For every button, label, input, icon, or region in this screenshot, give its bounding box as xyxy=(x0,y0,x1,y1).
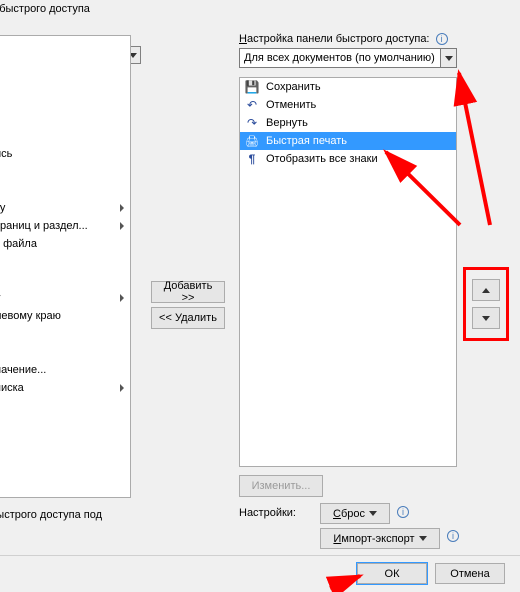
quick-access-item[interactable]: ↶ Отменить xyxy=(240,96,456,114)
command-list-item[interactable]: ись xyxy=(0,145,130,163)
command-list-item[interactable] xyxy=(0,91,130,109)
modify-button[interactable]: Изменить... xyxy=(239,475,323,497)
command-list-item[interactable]: ку xyxy=(0,199,130,217)
commands-list-panel: ись ку траниц и раздел... з файла у левому кр… xyxy=(0,35,131,498)
command-label: з файла xyxy=(0,238,37,250)
command-list-item[interactable]: писка xyxy=(0,379,130,397)
expand-arrow-icon xyxy=(120,384,124,392)
para-icon: ¶ xyxy=(244,151,260,167)
remove-button[interactable]: << Удалить xyxy=(151,307,225,329)
help-icon[interactable]: i xyxy=(436,33,448,45)
move-down-button[interactable] xyxy=(472,307,500,329)
move-up-button[interactable] xyxy=(472,279,500,301)
command-list-item[interactable]: траниц и раздел... xyxy=(0,217,130,235)
scope-dropdown-button[interactable] xyxy=(440,49,456,67)
quick-access-item-label: Быстрая печать xyxy=(266,135,347,147)
expand-arrow-icon xyxy=(120,222,124,230)
help-icon[interactable]: i xyxy=(397,506,409,518)
quick-access-item-label: Отобразить все знаки xyxy=(266,153,378,165)
quick-access-item[interactable]: 🖨 Быстрая печать xyxy=(240,132,456,150)
add-button[interactable]: Добавить >> xyxy=(151,281,225,303)
command-label: ись xyxy=(0,148,12,160)
expand-arrow-icon xyxy=(120,294,124,302)
quick-access-item-label: Отменить xyxy=(266,99,316,111)
ok-button[interactable]: ОК xyxy=(357,563,427,584)
help-icon[interactable]: i xyxy=(447,530,459,542)
print-icon: 🖨 xyxy=(244,133,260,149)
chevron-down-icon xyxy=(419,536,427,541)
command-label: писка xyxy=(0,382,24,394)
settings-label: Настройки: xyxy=(239,507,296,519)
quick-access-item[interactable]: 💾 Сохранить xyxy=(240,78,456,96)
undo-icon: ↶ xyxy=(244,97,260,113)
customize-label: Настройка панели быстрого доступа: i xyxy=(239,33,448,45)
arrow-up-icon xyxy=(482,288,490,293)
command-label: у xyxy=(0,292,1,304)
reset-button[interactable]: Сброс xyxy=(320,503,390,524)
cancel-button[interactable]: Отмена xyxy=(435,563,505,584)
position-label-fragment: быстрого доступа под xyxy=(0,509,102,521)
command-label: траниц и раздел... xyxy=(0,220,88,232)
quick-access-list[interactable]: 💾 Сохранить ↶ Отменить ↷ Вернуть 🖨 Быстрая печа… xyxy=(239,77,457,467)
command-label: ку xyxy=(0,202,5,214)
expand-arrow-icon xyxy=(120,204,124,212)
page-title-fragment: и быстрого доступа xyxy=(0,3,90,15)
quick-access-item-label: Сохранить xyxy=(266,81,321,93)
command-list-item[interactable]: начение... xyxy=(0,361,130,379)
command-list-item[interactable]: левому краю xyxy=(0,307,130,325)
quick-access-item[interactable]: ¶ Отобразить все знаки xyxy=(240,150,456,168)
command-list-item[interactable]: з файла xyxy=(0,235,130,253)
redo-icon: ↷ xyxy=(244,115,260,131)
arrow-down-icon xyxy=(482,316,490,321)
scope-dropdown[interactable]: Для всех документов (по умолчанию) xyxy=(239,48,457,68)
command-list-item[interactable] xyxy=(0,73,130,91)
command-label: левому краю xyxy=(0,310,61,322)
scope-dropdown-value: Для всех документов (по умолчанию) xyxy=(240,52,440,64)
dialog-divider xyxy=(0,555,520,556)
command-label: начение... xyxy=(0,364,46,376)
quick-access-item-label: Вернуть xyxy=(266,117,308,129)
import-export-button[interactable]: Импорт-экспорт xyxy=(320,528,440,549)
chevron-down-icon xyxy=(369,511,377,516)
chevron-down-icon xyxy=(445,56,453,61)
save-icon: 💾 xyxy=(244,79,260,95)
quick-access-item[interactable]: ↷ Вернуть xyxy=(240,114,456,132)
command-list-item[interactable]: у xyxy=(0,289,130,307)
reorder-button-group xyxy=(463,267,509,341)
